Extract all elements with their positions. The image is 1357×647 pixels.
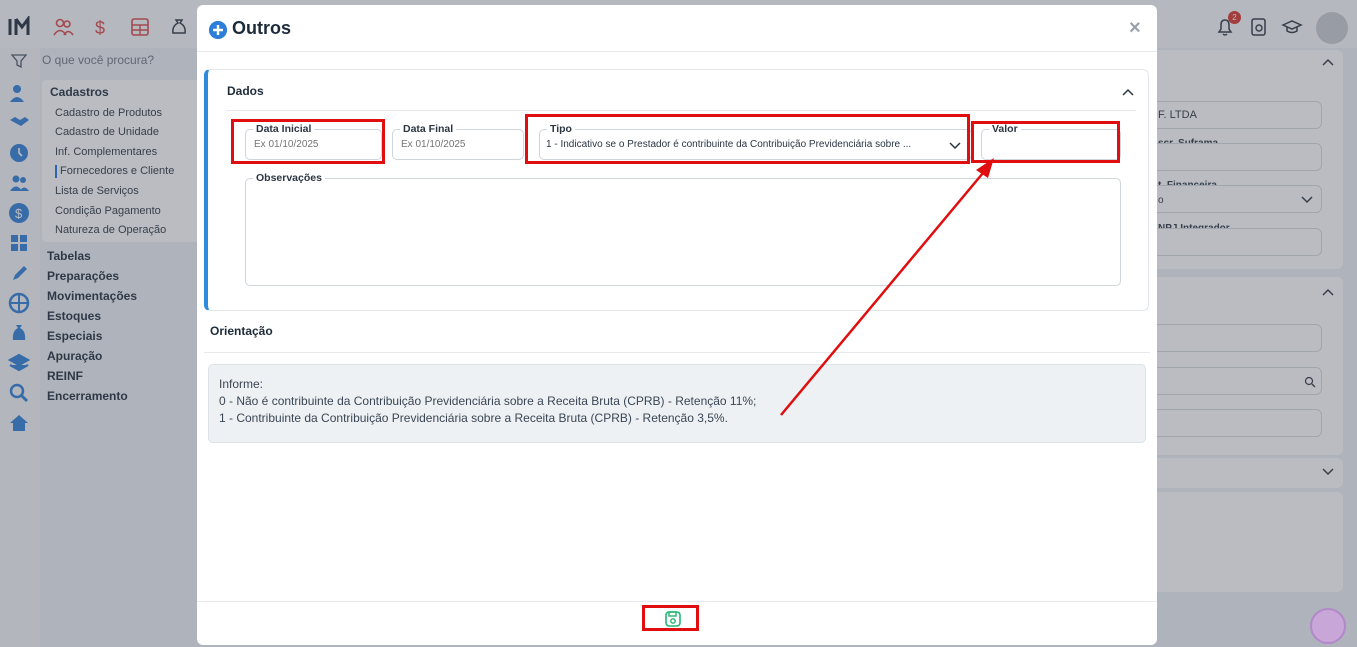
close-icon[interactable]: × <box>1129 17 1141 40</box>
valor-label: Valor <box>989 123 1021 135</box>
save-icon[interactable] <box>664 610 682 628</box>
data-final-input[interactable] <box>401 139 521 150</box>
dados-card: Dados Data Inicial Data Final Tipo 1 - I… <box>204 69 1149 311</box>
modal-outros: Outros × Dados Data Inicial Data Final T… <box>197 5 1157 645</box>
dados-title: Dados <box>227 84 264 98</box>
orientacao-line: Informe: <box>219 377 264 391</box>
data-inicial-field[interactable]: Data Inicial <box>245 123 382 160</box>
orientacao-box: Informe: 0 - Não é contribuinte da Contr… <box>208 364 1146 443</box>
plus-circle-icon <box>209 21 227 39</box>
orientacao-title: Orientação <box>210 324 273 338</box>
divider <box>204 352 1150 353</box>
observacoes-textarea[interactable]: Observações <box>245 172 1121 286</box>
tipo-value: 1 - Indicativo se o Prestador é contribu… <box>546 139 912 150</box>
valor-field[interactable]: Valor <box>981 123 1121 160</box>
data-final-field[interactable]: Data Final <box>392 123 524 160</box>
data-inicial-input[interactable] <box>254 139 374 150</box>
chevron-down-icon[interactable] <box>949 142 961 150</box>
modal-footer-divider <box>197 601 1157 602</box>
chevron-up-icon[interactable] <box>1122 88 1134 96</box>
tipo-select[interactable]: Tipo 1 - Indicativo se o Prestador é con… <box>539 123 972 160</box>
orientacao-line: 0 - Não é contribuinte da Contribuição P… <box>219 394 757 408</box>
tipo-label: Tipo <box>547 123 575 135</box>
data-inicial-label: Data Inicial <box>253 123 315 135</box>
divider <box>226 110 1136 111</box>
modal-header: Outros × <box>197 5 1157 52</box>
modal-title: Outros <box>232 18 292 38</box>
orientacao-line: 1 - Contribuinte da Contribuição Previde… <box>219 411 728 425</box>
observacoes-label: Observações <box>253 172 325 184</box>
data-final-label: Data Final <box>400 123 457 135</box>
assistant-avatar[interactable] <box>1310 608 1346 644</box>
